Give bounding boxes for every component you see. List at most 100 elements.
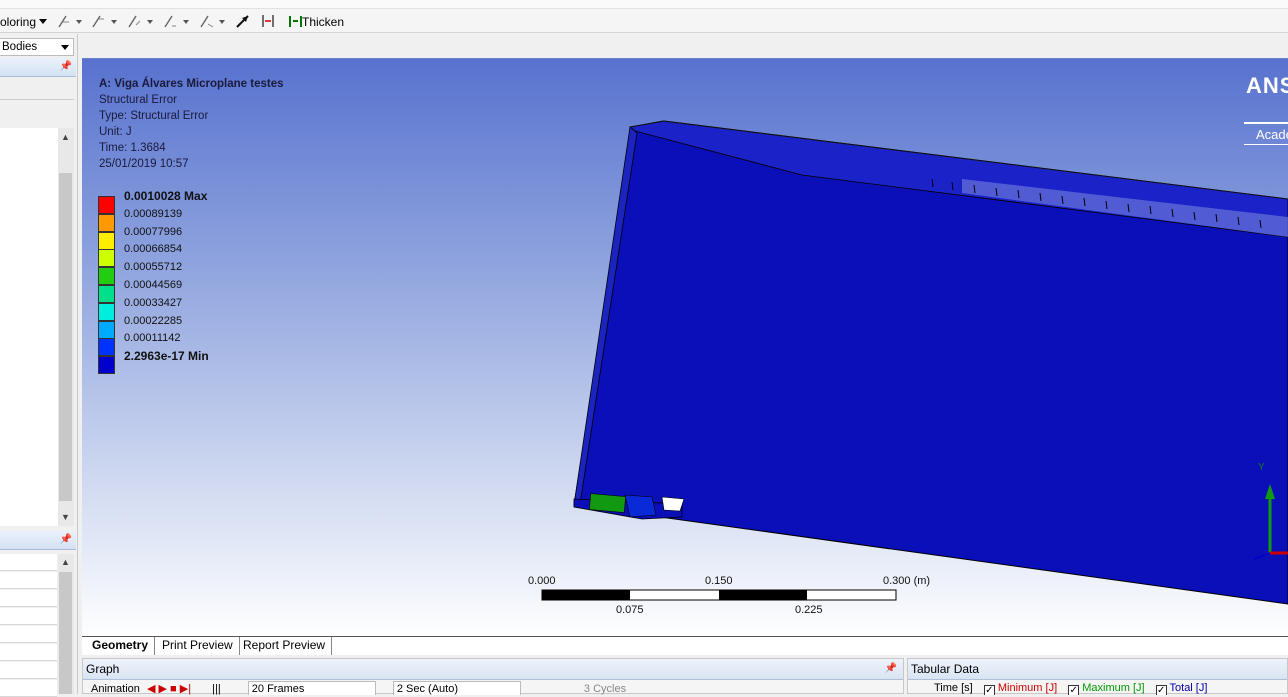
chevron-down-icon[interactable] bbox=[111, 20, 117, 24]
details-scrollbar[interactable]: ▲ bbox=[58, 554, 74, 694]
legend-value[interactable]: 0.00066854 bbox=[124, 242, 182, 256]
scale-label: 0.225 bbox=[795, 604, 823, 616]
animation-label: Animation bbox=[91, 683, 140, 695]
legend-swatch bbox=[98, 302, 115, 321]
tab-print-preview[interactable]: Print Preview bbox=[156, 637, 240, 655]
legend-value[interactable]: 0.00089139 bbox=[124, 207, 182, 221]
legend-swatch bbox=[98, 231, 115, 250]
pin-icon[interactable]: 📌 bbox=[60, 61, 72, 72]
col-minimum[interactable]: Minimum [J] bbox=[998, 682, 1057, 694]
scrollbar-thumb[interactable] bbox=[59, 572, 72, 694]
edge-style-5-icon[interactable] bbox=[199, 13, 215, 29]
details-panel-header: 📌 bbox=[0, 531, 76, 550]
details-row[interactable] bbox=[0, 680, 57, 697]
legend-value[interactable]: 2.2963e-17 Min bbox=[124, 349, 209, 363]
col-maximum[interactable]: Maximum [J] bbox=[1082, 682, 1144, 694]
col-time[interactable]: Time [s] bbox=[934, 682, 973, 694]
outline-panel-header: 📌 bbox=[0, 58, 76, 77]
thicken-label: Thicken bbox=[302, 15, 345, 29]
scrollbar-thumb[interactable] bbox=[59, 173, 72, 501]
scale-label: 0.150 bbox=[705, 575, 733, 587]
cycles-label[interactable]: 3 Cycles bbox=[584, 683, 626, 695]
legend-value[interactable]: 0.00044569 bbox=[124, 278, 182, 292]
chevron-down-icon[interactable] bbox=[76, 20, 82, 24]
triad-y-label: Y bbox=[1258, 462, 1265, 473]
chevron-down-icon bbox=[61, 45, 69, 50]
result-info-block: A: Viga Álvares Microplane testes Struct… bbox=[99, 76, 284, 172]
legend-swatch bbox=[98, 249, 115, 268]
pin-icon[interactable]: 📌 bbox=[60, 534, 72, 545]
legend-value[interactable]: 0.0010028 Max bbox=[124, 189, 207, 203]
chevron-down-icon[interactable] bbox=[183, 20, 189, 24]
scale-label: 0.000 bbox=[528, 575, 556, 587]
skip-end-icon[interactable]: ▶| bbox=[180, 683, 191, 695]
details-row[interactable] bbox=[0, 644, 57, 661]
legend-value[interactable]: 0.00033427 bbox=[124, 296, 182, 310]
legend-swatch bbox=[98, 267, 115, 286]
logo-divider bbox=[1244, 122, 1288, 124]
details-row[interactable] bbox=[0, 608, 57, 625]
scroll-down-icon[interactable]: ▼ bbox=[61, 513, 70, 522]
graphics-viewport[interactable]: A: Viga Álvares Microplane testes Struct… bbox=[82, 58, 1288, 638]
edge-style-3-icon[interactable] bbox=[127, 13, 143, 29]
details-row[interactable] bbox=[0, 662, 57, 679]
graph-panel-title: Graph bbox=[86, 662, 120, 676]
frames-select[interactable]: 20 Frames bbox=[247, 681, 376, 695]
outline-scrollbar[interactable]: ▲ ▼ bbox=[58, 128, 74, 526]
details-row[interactable] bbox=[0, 554, 57, 571]
tab-report-preview[interactable]: Report Preview bbox=[237, 637, 333, 655]
view-tabs: Geometry Print Preview Report Preview bbox=[82, 636, 1288, 655]
scale-label: 0.075 bbox=[616, 604, 644, 616]
chevron-down-icon[interactable] bbox=[219, 20, 225, 24]
scroll-up-icon[interactable]: ▲ bbox=[61, 133, 70, 142]
bodies-filter-value: Bodies bbox=[2, 41, 38, 53]
ansys-logo: ANSYS bbox=[1246, 73, 1288, 98]
details-row[interactable] bbox=[0, 590, 57, 607]
edge-style-2-icon[interactable] bbox=[91, 13, 107, 29]
academic-label: Academic bbox=[1256, 127, 1288, 142]
legend-value[interactable]: 0.00077996 bbox=[124, 225, 182, 239]
scroll-up-icon[interactable]: ▲ bbox=[61, 558, 70, 567]
tabular-panel-title: Tabular Data bbox=[911, 662, 980, 676]
left-panel: Bodies 📌 ▲ ▼ 📌 ▲ bbox=[0, 34, 78, 697]
duration-select[interactable]: 2 Sec (Auto) bbox=[392, 681, 521, 695]
legend-swatch bbox=[98, 338, 115, 357]
play-icon[interactable]: ▶ bbox=[159, 683, 167, 695]
result-unit: Unit: J bbox=[99, 126, 132, 138]
tabular-data-panel: Tabular Data Time [s] ✓ Minimum [J] ✓ Ma… bbox=[907, 658, 1288, 695]
legend-value[interactable]: 0.00011142 bbox=[124, 331, 180, 345]
legend-swatch bbox=[98, 356, 115, 375]
outline-tree[interactable] bbox=[0, 128, 58, 526]
logo-divider bbox=[1244, 144, 1288, 145]
thicken-icon bbox=[289, 16, 302, 27]
graph-panel-header: Graph 📌 bbox=[83, 659, 903, 680]
coloring-dropdown[interactable]: oloring bbox=[0, 14, 48, 30]
animation-toolbar: Animation ◀ ▶ ■ ▶| ||| 20 Frames 2 Sec (… bbox=[83, 681, 903, 695]
frames-icon[interactable]: ||| bbox=[212, 683, 221, 695]
pin-icon[interactable]: 📌 bbox=[885, 659, 897, 679]
section-icon[interactable] bbox=[260, 13, 276, 29]
legend-swatch bbox=[98, 196, 115, 214]
rewind-icon[interactable]: ◀ bbox=[147, 683, 155, 695]
bodies-filter-combo[interactable]: Bodies bbox=[0, 38, 74, 56]
result-time: Time: 1.3684 bbox=[99, 142, 166, 154]
edge-style-1-icon[interactable] bbox=[57, 13, 73, 29]
edge-style-4-icon[interactable] bbox=[163, 13, 179, 29]
tabular-panel-header: Tabular Data bbox=[908, 659, 1287, 680]
toolbar-top-strip bbox=[0, 0, 1288, 9]
result-name: Structural Error bbox=[99, 94, 177, 106]
legend-value[interactable]: 0.00055712 bbox=[124, 260, 182, 274]
thicken-button[interactable]: Thicken bbox=[289, 14, 344, 30]
details-row[interactable] bbox=[0, 572, 57, 589]
probe-arrow-icon[interactable] bbox=[235, 13, 251, 29]
tab-geometry[interactable]: Geometry bbox=[86, 637, 156, 655]
tabular-header-row: Time [s] ✓ Minimum [J] ✓ Maximum [J] ✓ T… bbox=[908, 681, 1287, 695]
chevron-down-icon[interactable] bbox=[147, 20, 153, 24]
details-row[interactable] bbox=[0, 626, 57, 643]
stop-icon[interactable]: ■ bbox=[170, 683, 177, 695]
col-total[interactable]: Total [J] bbox=[1170, 682, 1208, 694]
legend-value[interactable]: 0.00022285 bbox=[124, 314, 182, 328]
duration-value: 2 Sec (Auto) bbox=[396, 683, 458, 695]
chevron-down-icon bbox=[39, 19, 48, 24]
legend-swatch bbox=[98, 213, 115, 232]
